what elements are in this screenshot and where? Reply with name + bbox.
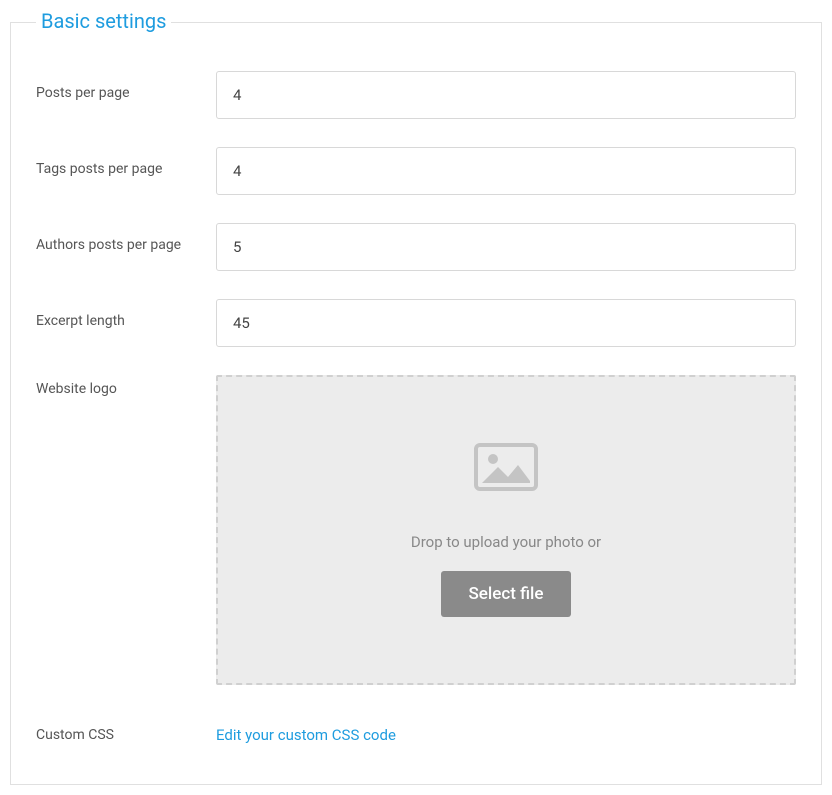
form-control-wrap: [216, 147, 796, 195]
dropzone-text: Drop to upload your photo or: [411, 533, 601, 551]
tags-posts-per-page-label: Tags posts per page: [36, 147, 216, 177]
image-placeholder-icon: [474, 443, 538, 495]
select-file-button[interactable]: Select file: [441, 571, 572, 617]
form-row-website-logo: Website logo Drop to upload your photo o…: [36, 375, 796, 685]
excerpt-length-input[interactable]: [216, 299, 796, 347]
form-row-tags-posts-per-page: Tags posts per page: [36, 147, 796, 195]
posts-per-page-input[interactable]: [216, 71, 796, 119]
form-control-wrap: Edit your custom CSS code: [216, 725, 796, 744]
form-row-custom-css: Custom CSS Edit your custom CSS code: [36, 725, 796, 744]
website-logo-label: Website logo: [36, 375, 216, 397]
authors-posts-per-page-label: Authors posts per page: [36, 223, 216, 253]
basic-settings-fieldset: Basic settings Posts per page Tags posts…: [10, 22, 822, 785]
form-row-excerpt-length: Excerpt length: [36, 299, 796, 347]
form-control-wrap: Drop to upload your photo or Select file: [216, 375, 796, 685]
form-control-wrap: [216, 71, 796, 119]
posts-per-page-label: Posts per page: [36, 71, 216, 101]
form-row-posts-per-page: Posts per page: [36, 71, 796, 119]
edit-custom-css-link[interactable]: Edit your custom CSS code: [216, 726, 396, 744]
custom-css-label: Custom CSS: [36, 725, 216, 743]
excerpt-length-label: Excerpt length: [36, 299, 216, 329]
form-control-wrap: [216, 299, 796, 347]
logo-dropzone[interactable]: Drop to upload your photo or Select file: [216, 375, 796, 685]
form-control-wrap: [216, 223, 796, 271]
form-row-authors-posts-per-page: Authors posts per page: [36, 223, 796, 271]
tags-posts-per-page-input[interactable]: [216, 147, 796, 195]
authors-posts-per-page-input[interactable]: [216, 223, 796, 271]
fieldset-title: Basic settings: [36, 9, 171, 33]
